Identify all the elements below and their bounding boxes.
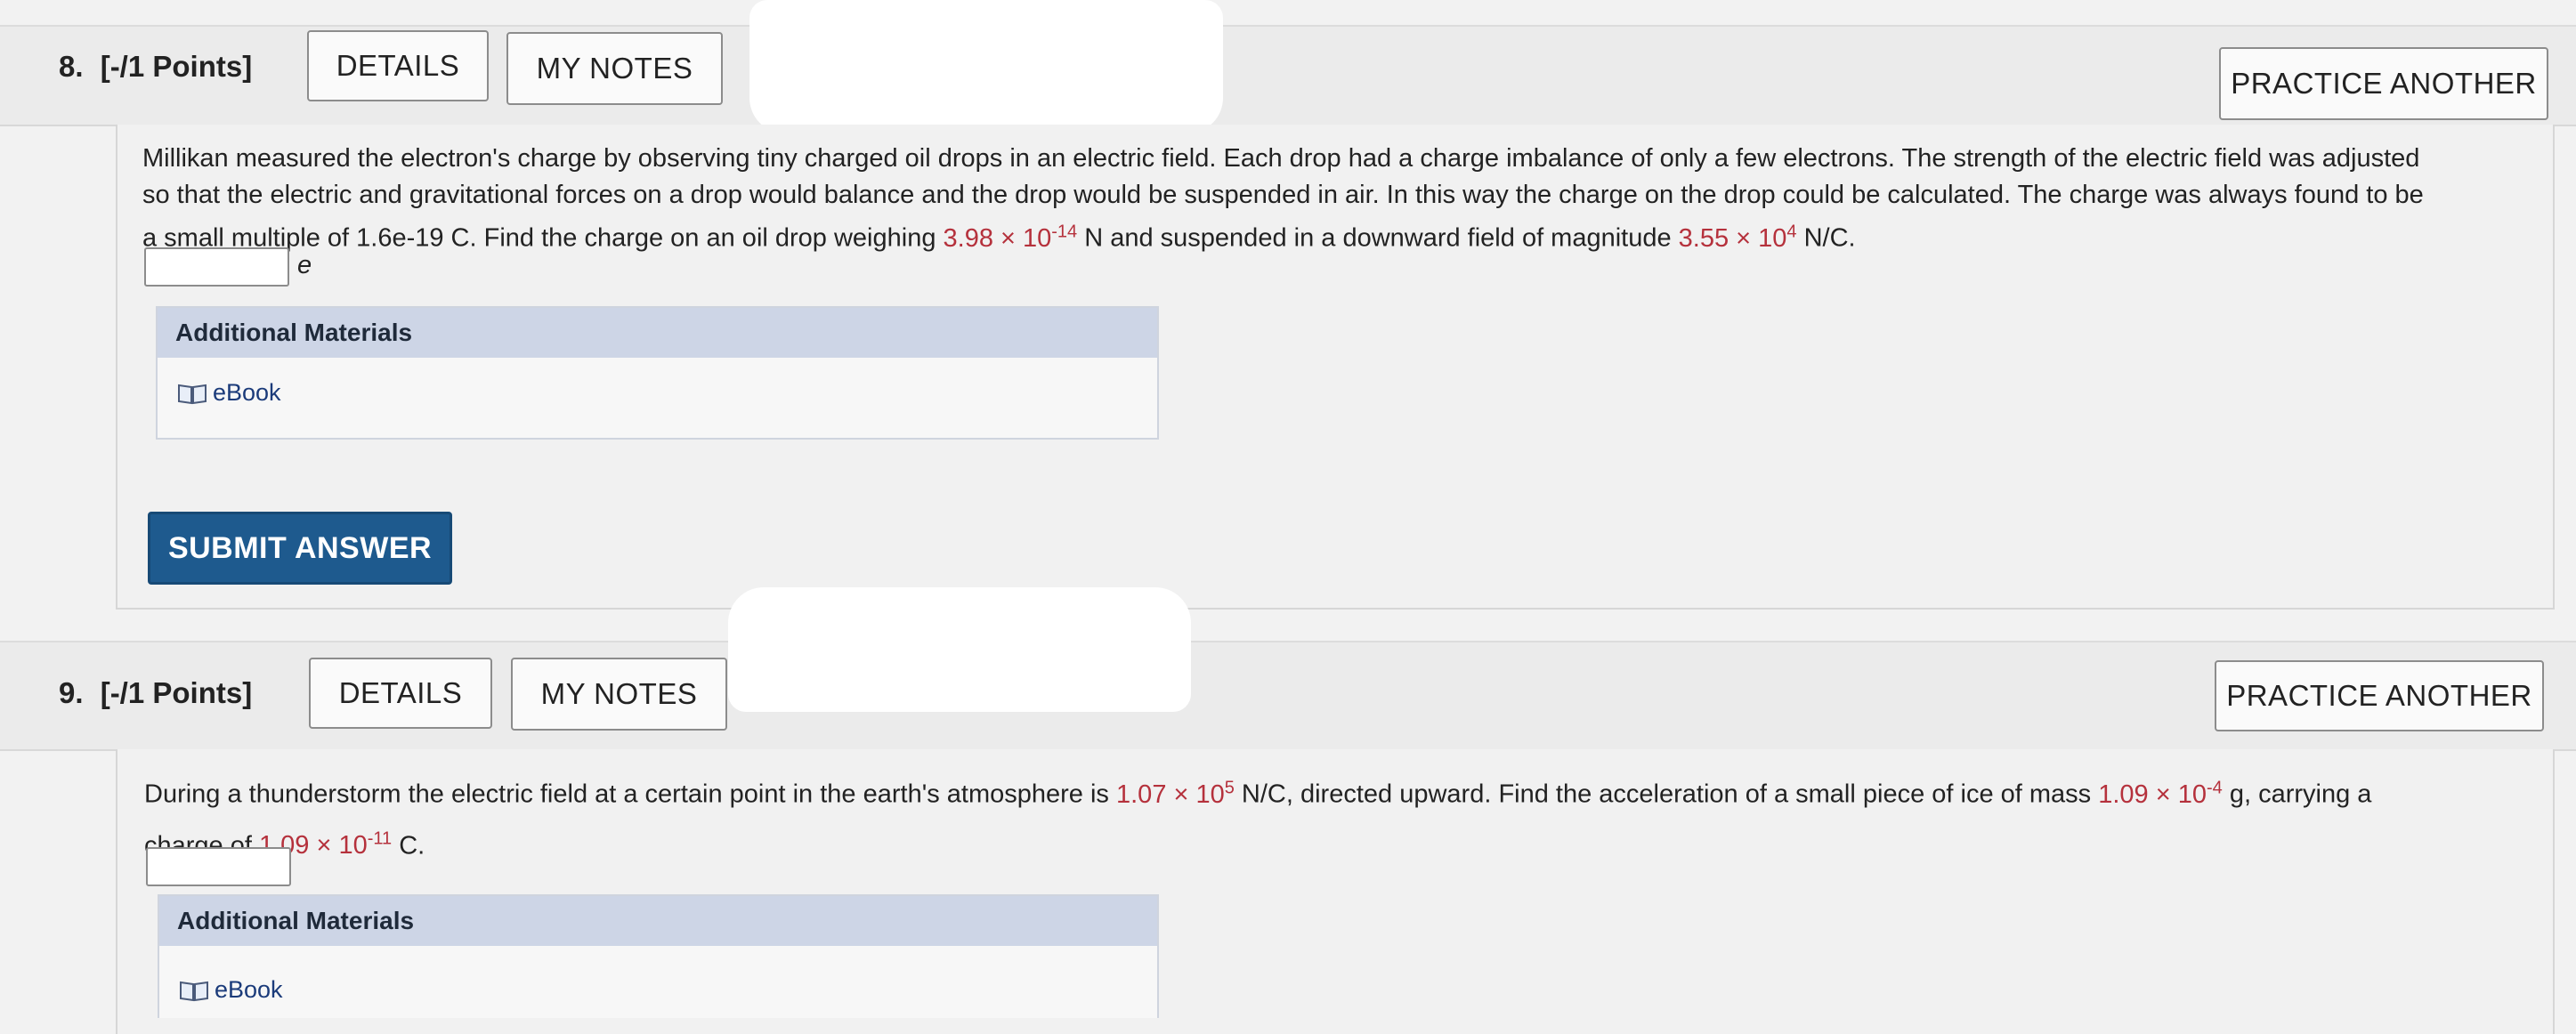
ebook-link[interactable]: eBook xyxy=(179,976,283,1004)
answer-input[interactable] xyxy=(144,247,289,287)
question-9-number: 9. [-/1 Points] xyxy=(59,676,252,710)
ebook-link[interactable]: eBook xyxy=(177,379,281,407)
question-points: [-/1 Points] xyxy=(100,50,253,83)
redacted-area xyxy=(728,587,1191,712)
answer-input[interactable] xyxy=(146,847,291,886)
additional-materials-panel: Additional Materials eBook xyxy=(158,894,1159,1018)
book-icon xyxy=(180,981,208,1001)
details-button[interactable]: DETAILS xyxy=(309,658,492,729)
question-9-text: During a thunderstorm the electric field… xyxy=(144,778,2372,860)
weight-value: 3.98 × 10-14 xyxy=(943,222,1078,253)
details-button[interactable]: DETAILS xyxy=(307,30,489,101)
question-points: [-/1 Points] xyxy=(100,676,253,709)
field-value: 3.55 × 104 xyxy=(1678,222,1797,253)
answer-unit: e xyxy=(297,251,312,279)
question-8-text: Millikan measured the electron's charge … xyxy=(142,144,2424,253)
practice-another-button[interactable]: PRACTICE ANOTHER xyxy=(2215,660,2544,731)
submit-answer-button[interactable]: SUBMIT ANSWER xyxy=(148,512,452,585)
field-value: 1.07 × 105 xyxy=(1116,778,1235,809)
practice-another-button[interactable]: PRACTICE ANOTHER xyxy=(2219,47,2548,120)
redacted-area xyxy=(749,0,1223,133)
question-number: 8. xyxy=(59,50,84,83)
my-notes-button[interactable]: MY NOTES xyxy=(506,32,723,105)
additional-materials-header: Additional Materials xyxy=(158,308,1157,358)
question-number: 9. xyxy=(59,676,84,709)
mass-value: 1.09 × 10-4 xyxy=(2098,778,2223,809)
additional-materials-header: Additional Materials xyxy=(159,896,1157,946)
my-notes-button[interactable]: MY NOTES xyxy=(511,658,727,731)
question-8-number: 8. [-/1 Points] xyxy=(59,50,252,84)
additional-materials-panel: Additional Materials eBook xyxy=(156,306,1159,440)
book-icon xyxy=(178,384,207,404)
